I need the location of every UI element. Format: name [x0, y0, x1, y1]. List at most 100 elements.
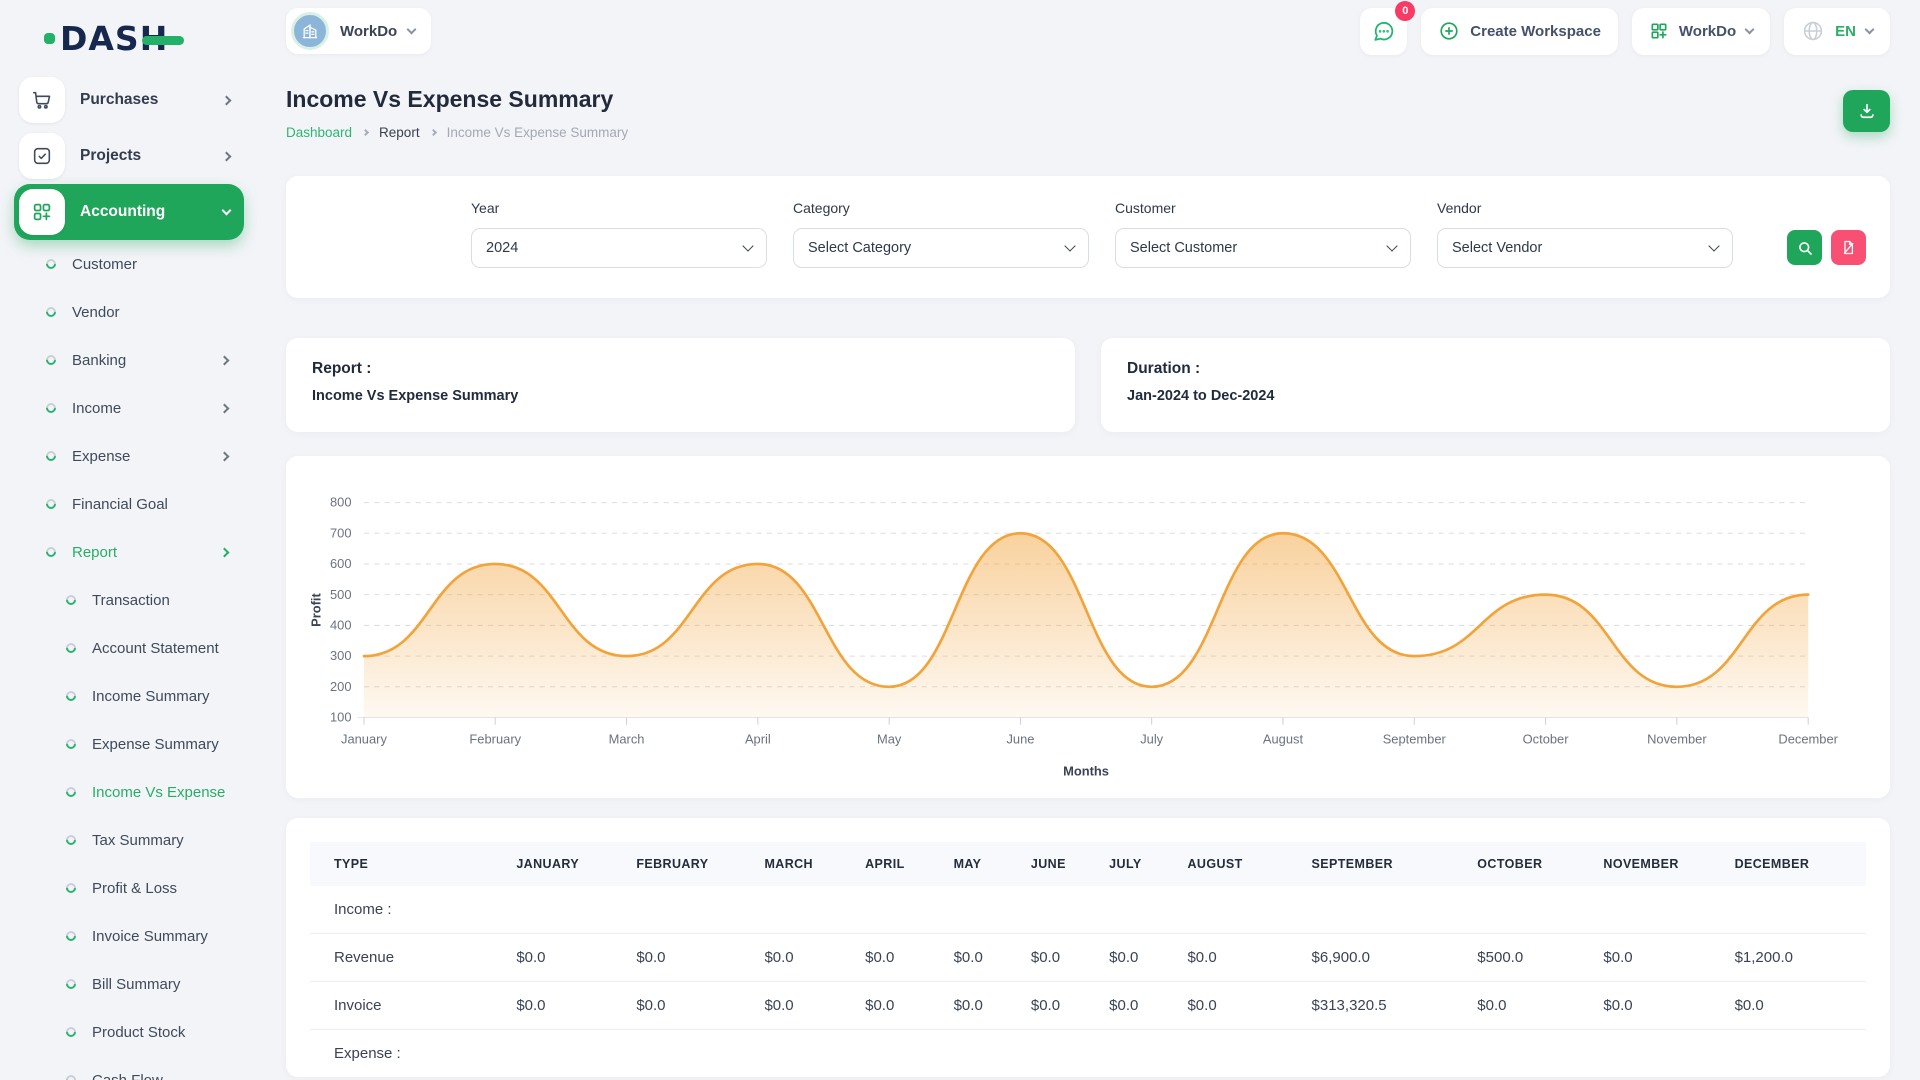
- bullet-icon: [64, 641, 78, 655]
- summary-cards: Report : Income Vs Expense Summary Durat…: [286, 338, 1890, 432]
- sidebar-item-financial-goal[interactable]: Financial Goal: [14, 480, 244, 528]
- customer-label: Customer: [1115, 200, 1411, 216]
- sidebar-item-invoice-summary[interactable]: Invoice Summary: [14, 912, 244, 960]
- svg-text:January: January: [341, 731, 387, 746]
- table-header-cell: JULY: [1101, 842, 1179, 886]
- sidebar-item-label: Bill Summary: [92, 976, 180, 993]
- clear-file-icon: [1840, 239, 1857, 256]
- app-switcher-label: WorkDo: [1679, 23, 1736, 40]
- sidebar-item-transaction[interactable]: Transaction: [14, 576, 244, 624]
- table-row: Revenue$0.0$0.0$0.0$0.0$0.0$0.0$0.0$0.0$…: [310, 933, 1866, 981]
- table-header-cell: AUGUST: [1179, 842, 1303, 886]
- grid-plus-icon: [1649, 21, 1669, 41]
- table-header-row: TYPEJANUARYFEBRUARYMARCHAPRILMAYJUNEJULY…: [310, 842, 1866, 886]
- vendor-select[interactable]: Select Vendor: [1437, 228, 1733, 268]
- sidebar-item-account-statement[interactable]: Account Statement: [14, 624, 244, 672]
- workspace-switcher[interactable]: WorkDo: [286, 8, 431, 54]
- bullet-icon: [64, 737, 78, 751]
- customer-select[interactable]: Select Customer: [1115, 228, 1411, 268]
- bullet-icon: [64, 1025, 78, 1039]
- reset-filter-button[interactable]: [1831, 230, 1866, 265]
- chart-card: 100200300400500600700800JanuaryFebruaryM…: [286, 456, 1890, 798]
- sidebar-item-label: Banking: [72, 352, 126, 369]
- table-header-cell: SEPTEMBER: [1304, 842, 1470, 886]
- chat-badge: 0: [1395, 1, 1415, 21]
- year-select[interactable]: 2024: [471, 228, 767, 268]
- sidebar-item-label: Purchases: [80, 91, 223, 109]
- topbar-actions: 0 Create Workspace WorkDo EN: [1360, 8, 1890, 55]
- accounting-grid-icon: [19, 189, 65, 235]
- bullet-icon: [44, 497, 58, 511]
- table-header-cell: FEBRUARY: [628, 842, 756, 886]
- sidebar-item-income-summary[interactable]: Income Summary: [14, 672, 244, 720]
- chevron-right-icon: [220, 547, 230, 557]
- bullet-icon: [64, 929, 78, 943]
- sidebar-item-label: Product Stock: [92, 1024, 185, 1041]
- page-title: Income Vs Expense Summary: [286, 86, 628, 113]
- language-button[interactable]: EN: [1784, 8, 1890, 55]
- create-workspace-button[interactable]: Create Workspace: [1421, 8, 1618, 55]
- download-button[interactable]: [1843, 90, 1890, 132]
- table-header-cell: MAY: [946, 842, 1023, 886]
- bullet-icon: [64, 785, 78, 799]
- table-header-cell: TYPE: [310, 842, 508, 886]
- svg-text:600: 600: [330, 556, 352, 571]
- sidebar-item-bill-summary[interactable]: Bill Summary: [14, 960, 244, 1008]
- sidebar-item-accounting[interactable]: Accounting: [14, 184, 244, 240]
- sidebar-item-label: Projects: [80, 147, 223, 165]
- duration-label: Duration :: [1127, 360, 1864, 378]
- sidebar-nav: Purchases Projects Accounting Customer V…: [14, 72, 244, 1080]
- svg-text:March: March: [609, 731, 645, 746]
- chevron-right-icon: [222, 95, 232, 105]
- sidebar-item-income-vs-expense[interactable]: Income Vs Expense: [14, 768, 244, 816]
- income-expense-chart: 100200300400500600700800JanuaryFebruaryM…: [304, 484, 1864, 786]
- apply-filter-button[interactable]: [1787, 230, 1822, 265]
- app-logo[interactable]: DASH: [14, 10, 244, 66]
- breadcrumb-dashboard[interactable]: Dashboard: [286, 125, 352, 140]
- page-header: Income Vs Expense Summary Dashboard Repo…: [286, 86, 1890, 140]
- svg-text:200: 200: [330, 679, 352, 694]
- sidebar-item-report[interactable]: Report: [14, 528, 244, 576]
- messages-button[interactable]: 0: [1360, 8, 1407, 55]
- search-icon: [1796, 239, 1814, 257]
- filter-card: Year 2024 Category Select Category Custo…: [286, 176, 1890, 298]
- category-select[interactable]: Select Category: [793, 228, 1089, 268]
- table-header-cell: NOVEMBER: [1595, 842, 1726, 886]
- svg-text:Months: Months: [1063, 763, 1109, 778]
- report-label: Report :: [312, 360, 1049, 378]
- sidebar-item-purchases[interactable]: Purchases: [14, 72, 244, 128]
- chevron-right-icon: [220, 451, 230, 461]
- chevron-right-icon: [220, 355, 230, 365]
- chevron-right-icon: [220, 403, 230, 413]
- svg-text:800: 800: [330, 495, 352, 510]
- chat-icon: [1371, 19, 1396, 44]
- table-section-row: Expense :: [310, 1029, 1866, 1077]
- sidebar-item-customer[interactable]: Customer: [14, 240, 244, 288]
- sidebar-item-tax-summary[interactable]: Tax Summary: [14, 816, 244, 864]
- year-label: Year: [471, 200, 767, 216]
- sidebar-item-expense-summary[interactable]: Expense Summary: [14, 720, 244, 768]
- cart-icon: [19, 77, 65, 123]
- sidebar-item-profit-loss[interactable]: Profit & Loss: [14, 864, 244, 912]
- bullet-icon: [64, 977, 78, 991]
- sidebar-item-banking[interactable]: Banking: [14, 336, 244, 384]
- breadcrumb-report[interactable]: Report: [379, 125, 420, 140]
- sidebar-item-product-stock[interactable]: Product Stock: [14, 1008, 244, 1056]
- sidebar-item-income[interactable]: Income: [14, 384, 244, 432]
- svg-text:February: February: [469, 731, 521, 746]
- sidebar-item-label: Financial Goal: [72, 496, 168, 513]
- check-square-icon: [19, 133, 65, 179]
- sidebar-item-cash-flow[interactable]: Cash Flow: [14, 1056, 244, 1080]
- svg-text:June: June: [1006, 731, 1034, 746]
- sidebar-item-label: Accounting: [80, 203, 223, 221]
- app-switcher-button[interactable]: WorkDo: [1632, 8, 1770, 55]
- chevron-down-icon: [1745, 24, 1755, 34]
- svg-text:May: May: [877, 731, 902, 746]
- sidebar-item-expense[interactable]: Expense: [14, 432, 244, 480]
- chevron-down-icon: [222, 205, 232, 215]
- svg-text:700: 700: [330, 525, 352, 540]
- svg-text:Profit: Profit: [309, 592, 324, 626]
- sidebar-item-vendor[interactable]: Vendor: [14, 288, 244, 336]
- bullet-icon: [64, 1073, 78, 1080]
- sidebar-item-projects[interactable]: Projects: [14, 128, 244, 184]
